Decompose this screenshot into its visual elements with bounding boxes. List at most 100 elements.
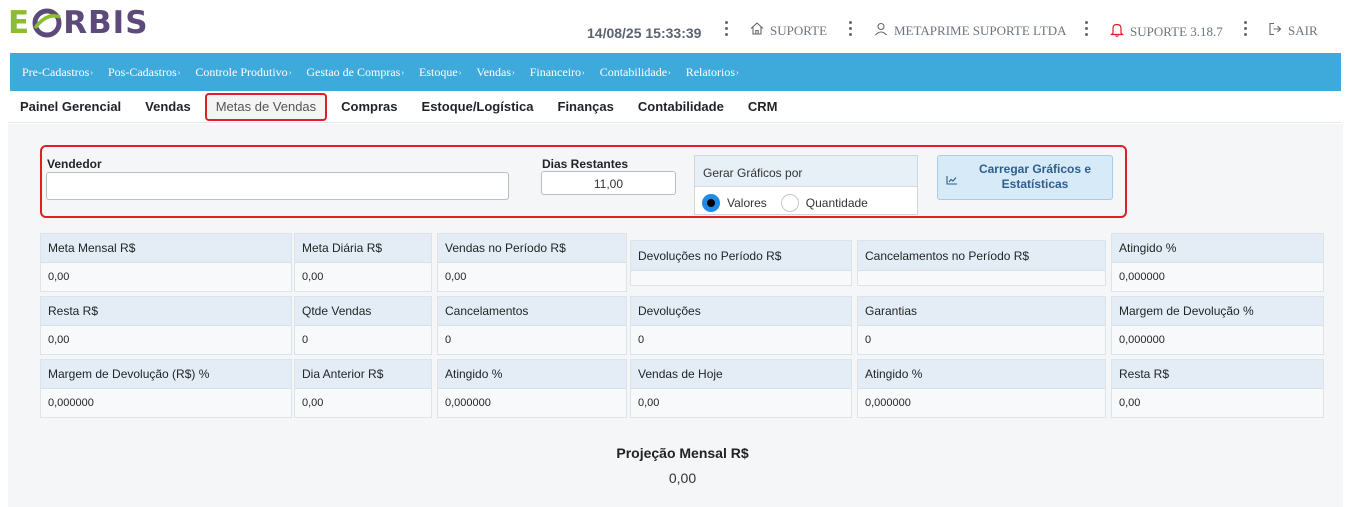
stat-card-value: 0,000000 xyxy=(858,389,1105,417)
stat-card-value: 0,00 xyxy=(295,389,431,417)
company-name: METAPRIME SUPORTE LTDA xyxy=(894,23,1067,38)
separator-dots-icon xyxy=(724,21,728,39)
notifications[interactable]: SUPORTE 3.18.7 xyxy=(1110,22,1223,41)
vendedor-input[interactable] xyxy=(46,172,509,200)
chart-mode-options: Valores Quantidade xyxy=(695,187,917,212)
stat-card-value: 0,000000 xyxy=(438,389,626,417)
stat-card-value: 0,00 xyxy=(41,263,291,291)
gerar-graficos-group: Gerar Gráficos por Valores Quantidade xyxy=(694,155,918,215)
top-header: E RBIS 14/08/25 15:33:39 SUPORTE METAPRI… xyxy=(0,0,1347,52)
chevron-right-icon: › xyxy=(288,67,292,77)
load-charts-button[interactable]: Carregar Gráficos e Estatísticas xyxy=(937,155,1113,200)
tab-vendas[interactable]: Vendas xyxy=(133,92,203,122)
stat-card-label: Vendas de Hoje xyxy=(631,360,851,389)
menu-label: Gestao de Compras xyxy=(306,64,401,79)
stat-card-value: 0 xyxy=(295,326,431,354)
menu-label: Controle Produtivo xyxy=(195,64,288,79)
chevron-right-icon: › xyxy=(90,67,93,77)
stat-card-label: Margem de Devolução (R$) % xyxy=(41,360,291,389)
tab-estoque-logistica[interactable]: Estoque/Logística xyxy=(410,92,546,122)
home-icon xyxy=(750,22,764,39)
stat-card: Garantias 0 xyxy=(857,296,1106,355)
menu-estoque[interactable]: Estoque › xyxy=(419,65,461,80)
menu-label: Financeiro xyxy=(529,64,582,79)
menu-vendas[interactable]: Vendas › xyxy=(476,65,514,80)
stat-card-value: 0 xyxy=(858,326,1105,354)
menu-relatorios[interactable]: Relatorios › xyxy=(686,65,739,80)
version-label: SUPORTE 3.18.7 xyxy=(1130,23,1223,39)
menu-label: Estoque xyxy=(419,64,458,79)
stat-card-label: Garantias xyxy=(858,297,1105,326)
menu-contabilidade[interactable]: Contabilidade › xyxy=(600,65,671,80)
logo-letter-e: E xyxy=(8,5,31,41)
projection-title: Projeção Mensal R$ xyxy=(616,445,749,461)
stat-card-label: Devoluções no Período R$ xyxy=(631,241,851,271)
stat-card: Meta Diária R$ 0,00 xyxy=(294,233,432,292)
stat-card: Atingido % 0,000000 xyxy=(437,359,627,418)
stat-card-label: Dia Anterior R$ xyxy=(295,360,431,389)
stat-card-value: 0 xyxy=(631,326,851,354)
support-link[interactable]: SUPORTE xyxy=(750,22,827,39)
stat-card-value: 0,000000 xyxy=(1112,263,1323,291)
stat-card: Cancelamentos no Período R$ xyxy=(857,240,1106,286)
tab-compras[interactable]: Compras xyxy=(329,92,409,122)
stat-card-label: Cancelamentos no Período R$ xyxy=(858,241,1105,271)
chevron-right-icon: › xyxy=(512,67,515,77)
stat-card: Dia Anterior R$ 0,00 xyxy=(294,359,432,418)
stat-card-label: Atingido % xyxy=(858,360,1105,389)
tab-painel-gerencial[interactable]: Painel Gerencial xyxy=(8,92,133,122)
tab-financas[interactable]: Finanças xyxy=(546,92,626,122)
stat-card-value xyxy=(858,271,1105,285)
orbit-icon xyxy=(32,8,62,38)
stat-card-label: Meta Diária R$ xyxy=(295,234,431,263)
tabs-divider xyxy=(8,122,1341,123)
tab-contabilidade[interactable]: Contabilidade xyxy=(626,92,736,122)
stat-card-label: Meta Mensal R$ xyxy=(41,234,291,263)
stat-card: Qtde Vendas 0 xyxy=(294,296,432,355)
stat-card: Resta R$ 0,00 xyxy=(1111,359,1324,418)
support-link-label: SUPORTE xyxy=(770,22,828,38)
line-chart-icon xyxy=(946,174,958,189)
radio-quantidade[interactable] xyxy=(780,194,799,212)
stat-card: Resta R$ 0,00 xyxy=(40,296,292,355)
menu-label: Pos-Cadastros xyxy=(108,64,177,79)
logout-icon xyxy=(1268,22,1282,40)
stat-card-value: 0,00 xyxy=(631,389,851,417)
menu-financeiro[interactable]: Financeiro › xyxy=(530,65,585,80)
menu-label: Relatorios xyxy=(685,64,736,79)
tab-crm[interactable]: CRM xyxy=(736,92,790,122)
stat-card: Cancelamentos 0 xyxy=(437,296,627,355)
stat-card-value: 0 xyxy=(438,326,626,354)
bell-icon xyxy=(1110,22,1124,41)
separator-dots-icon xyxy=(848,21,852,39)
stat-card-label: Qtde Vendas xyxy=(295,297,431,326)
user-icon xyxy=(874,22,888,40)
radio-valores[interactable] xyxy=(702,194,720,212)
stat-card-label: Devoluções xyxy=(631,297,851,326)
logout-button[interactable]: SAIR xyxy=(1268,22,1318,40)
stat-card: Meta Mensal R$ 0,00 xyxy=(40,233,292,292)
dias-restantes-input[interactable]: 11,00 xyxy=(541,171,676,195)
tab-metas-de-vendas[interactable]: Metas de Vendas xyxy=(204,93,328,121)
current-datetime: 14/08/25 15:33:39 xyxy=(587,25,702,41)
menu-label: Pre-Cadastros xyxy=(22,64,90,79)
menu-gestao-compras[interactable]: Gestao de Compras › xyxy=(306,65,404,80)
stat-card-label: Atingido % xyxy=(1112,234,1323,263)
menu-pre-cadastros[interactable]: Pre-Cadastros › xyxy=(22,65,93,80)
menu-pos-cadastros[interactable]: Pos-Cadastros › xyxy=(108,65,180,80)
stat-card-value: 0,00 xyxy=(438,263,626,291)
gerar-graficos-label: Gerar Gráficos por xyxy=(695,156,917,187)
logout-label: SAIR xyxy=(1288,23,1318,38)
stat-card: Vendas de Hoje 0,00 xyxy=(630,359,852,418)
stat-card: Devoluções 0 xyxy=(630,296,852,355)
stat-card: Margem de Devolução % 0,000000 xyxy=(1111,296,1324,355)
main-menu: Pre-Cadastros › Pos-Cadastros › Controle P… xyxy=(10,53,1341,91)
stat-card: Devoluções no Período R$ xyxy=(630,240,852,286)
stat-card-label: Resta R$ xyxy=(1112,360,1323,389)
load-charts-label: Carregar Gráficos e Estatísticas xyxy=(978,162,1092,191)
menu-controle-produtivo[interactable]: Controle Produtivo › xyxy=(195,65,291,80)
company-user[interactable]: METAPRIME SUPORTE LTDA xyxy=(874,22,1067,40)
vendedor-label: Vendedor xyxy=(47,157,102,171)
eorbis-logo[interactable]: E RBIS xyxy=(8,5,149,41)
stat-card-label: Margem de Devolução % xyxy=(1112,297,1323,326)
